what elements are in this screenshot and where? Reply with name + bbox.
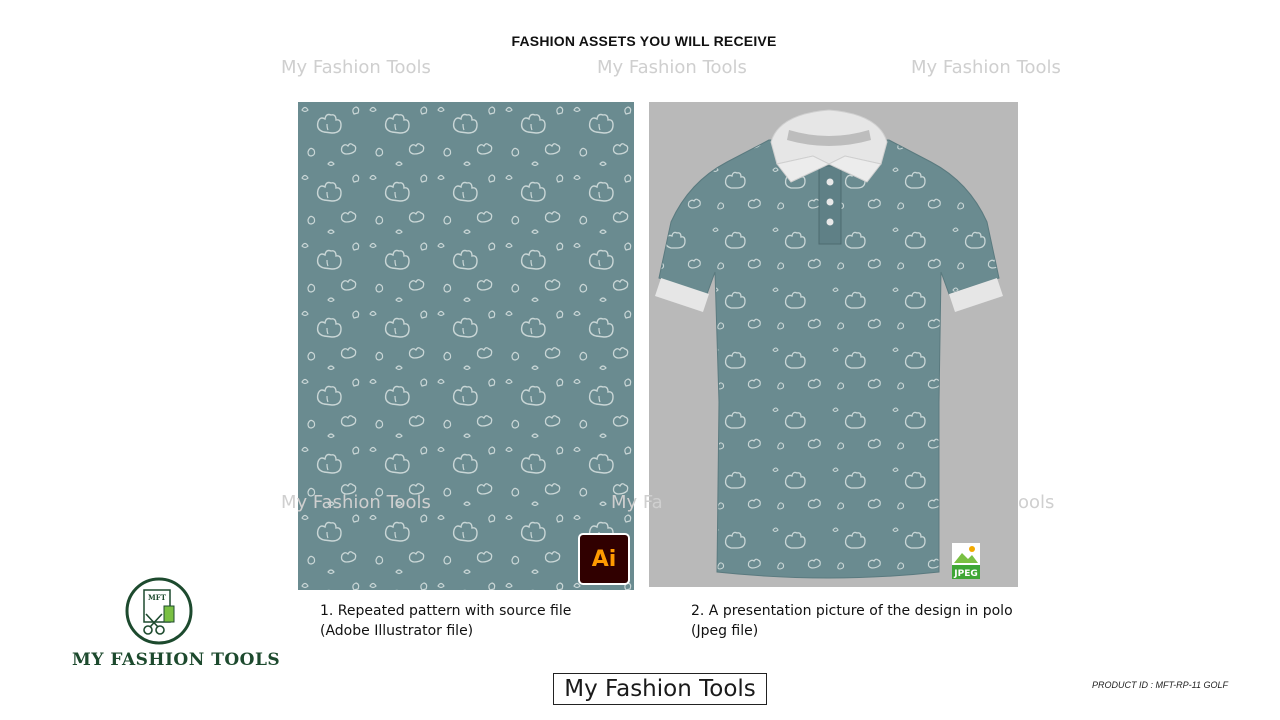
asset-caption-1-line1: 1. Repeated pattern with source file <box>320 603 572 619</box>
asset-caption-2-line1: 2. A presentation picture of the design … <box>691 603 1013 619</box>
polo-shirt-image <box>649 102 1018 587</box>
svg-text:MFT: MFT <box>148 593 167 602</box>
repeat-pattern-image <box>298 102 634 590</box>
asset-caption-1: 1. Repeated pattern with source file (Ad… <box>320 601 571 641</box>
brand-name: MY FASHION TOOLS <box>72 650 281 670</box>
jpeg-file-icon: JPEG <box>952 543 980 579</box>
page-title: FASHION ASSETS YOU WILL RECEIVE <box>511 33 777 49</box>
watermark-top-center: My Fashion Tools <box>597 57 747 78</box>
product-id: PRODUCT ID : MFT-RP-11 GOLF <box>1092 680 1229 690</box>
pattern-preview <box>298 102 634 590</box>
adobe-illustrator-icon: Ai <box>580 535 628 583</box>
brand-box: My Fashion Tools <box>553 673 767 705</box>
asset-caption-1-line2: (Adobe Illustrator file) <box>320 623 474 639</box>
watermark-mid-center: My Fa <box>611 492 663 513</box>
asset-caption-2-line2: (Jpeg file) <box>691 623 759 639</box>
brand-logo: MFT <box>124 576 194 646</box>
asset-caption-2: 2. A presentation picture of the design … <box>691 601 1013 641</box>
watermark-mid-right: ools <box>1018 492 1055 513</box>
watermark-top-left: My Fashion Tools <box>281 57 431 78</box>
polo-mockup <box>649 102 1018 587</box>
jpeg-badge-label: JPEG <box>953 569 977 579</box>
watermark-top-right: My Fashion Tools <box>911 57 1061 78</box>
watermark-mid-left: My Fashion Tools <box>281 492 431 513</box>
